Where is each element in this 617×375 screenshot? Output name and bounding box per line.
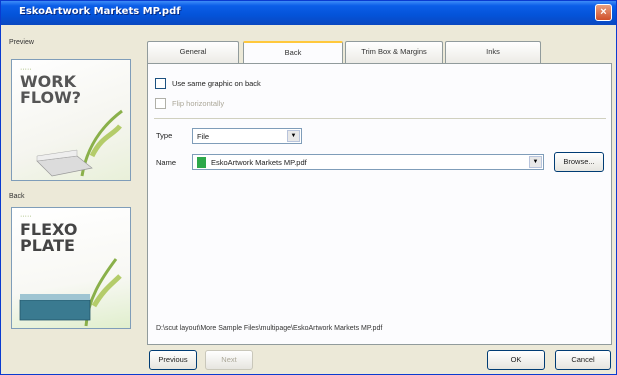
tab-trim-box-margins[interactable]: Trim Box & Margins — [345, 41, 443, 63]
preview-thumb-line2: FLOW? — [20, 88, 82, 107]
preview-label: Preview — [9, 39, 34, 46]
pdf-file-icon — [197, 157, 206, 168]
separator — [154, 118, 606, 119]
tab-panel-back: Use same graphic on back Flip horizontal… — [147, 63, 612, 345]
title-bar[interactable]: EskoArtwork Markets MP.pdf × — [1, 1, 616, 25]
preview-panel: Preview ····· WORK FLOW? Back ····· FLEX… — [7, 35, 137, 365]
close-button[interactable]: × — [595, 4, 612, 21]
type-dropdown[interactable]: File ▼ — [192, 128, 302, 144]
back-artwork — [19, 258, 122, 327]
ok-button[interactable]: OK — [487, 350, 545, 370]
front-preview-image: ····· WORK FLOW? — [11, 59, 131, 181]
back-label: Back — [9, 193, 25, 200]
back-small-text: ····· — [20, 213, 32, 220]
previous-button[interactable]: Previous — [149, 350, 197, 370]
window-title: EskoArtwork Markets MP.pdf — [19, 6, 181, 17]
back-thumb-line2: PLATE — [20, 236, 75, 255]
use-same-graphic-label: Use same graphic on back — [172, 78, 261, 88]
flip-horizontally-checkbox — [155, 97, 166, 109]
back-preview-image: ····· FLEXO PLATE — [11, 207, 131, 329]
flip-horizontally-row: Flip horizontally — [155, 96, 224, 110]
name-label: Name — [156, 158, 177, 167]
chevron-down-icon[interactable]: ▼ — [287, 130, 300, 142]
next-button: Next — [205, 350, 253, 370]
use-same-graphic-row[interactable]: Use same graphic on back — [155, 76, 261, 90]
back-box-shape — [19, 299, 91, 321]
browse-button[interactable]: Browse... — [554, 152, 604, 172]
name-dropdown[interactable]: EskoArtwork Markets MP.pdf ▼ — [192, 154, 544, 170]
tab-general[interactable]: General — [147, 41, 239, 63]
dialog-window: EskoArtwork Markets MP.pdf × Preview ···… — [0, 0, 617, 375]
preview-artwork — [36, 109, 123, 177]
name-value: EskoArtwork Markets MP.pdf — [211, 158, 307, 167]
flip-horizontally-label: Flip horizontally — [172, 98, 225, 108]
back-leaf — [91, 274, 122, 308]
type-label: Type — [156, 131, 173, 140]
use-same-graphic-checkbox[interactable] — [155, 77, 166, 89]
tab-inks[interactable]: Inks — [445, 41, 541, 63]
type-value: File — [197, 132, 210, 141]
chevron-down-icon[interactable]: ▼ — [529, 156, 542, 168]
file-path-text: D:\scut layout\More Sample Files\multipa… — [156, 325, 383, 332]
tab-back[interactable]: Back — [243, 41, 343, 64]
back-box-top — [20, 294, 90, 300]
cancel-button[interactable]: Cancel — [555, 350, 611, 370]
